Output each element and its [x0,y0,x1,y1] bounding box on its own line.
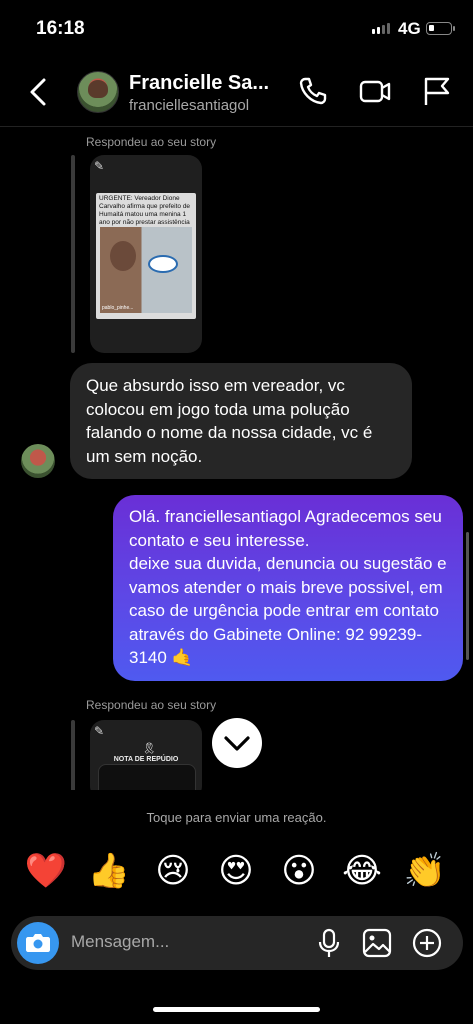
ribbon-icon: 🎗 [142,743,156,755]
story-thumbnail[interactable]: ✎ URGENTE: Vereador Dione Carvalho afirm… [90,155,202,353]
avatar[interactable] [77,71,119,113]
status-bar: 16:18 4G [0,0,473,58]
reaction-heart-eyes[interactable]: 😍 [211,848,261,894]
sender-avatar[interactable] [21,444,55,478]
camera-icon [26,934,50,952]
story-post-photo [100,227,192,313]
home-indicator[interactable] [153,1007,320,1012]
message-composer: Mensagem... [11,916,463,970]
image-icon [362,928,392,958]
story-post-title: NOTA DE REPÚDIO [113,756,179,763]
reaction-hint: Toque para enviar uma reação. [146,810,327,825]
reaction-bar: ❤️ 👍 😢 😍 😮 😂 👏 [0,848,473,894]
contact-name[interactable]: Francielle Sa... [129,72,269,95]
story-icon: ✎ [94,159,105,173]
incoming-message[interactable]: Que absurdo isso em vereador, vc colocou… [70,363,412,479]
reaction-heart[interactable]: ❤️ [21,848,71,894]
story-reply-caption: Respondeu ao seu story [86,135,217,149]
back-icon [30,78,46,106]
back-button[interactable] [24,74,54,110]
report-button[interactable] [420,74,454,108]
flag-icon [424,77,450,105]
reaction-clap[interactable]: 👏 [400,848,450,894]
outgoing-message-line: deixe sua duvida, denuncia ou sugestão e… [129,554,447,667]
plus-icon [412,928,442,958]
message-input[interactable]: Mensagem... [71,932,169,952]
outgoing-message[interactable]: Olá. franciellesantiagol Agradecemos seu… [113,495,463,681]
reaction-laughing[interactable]: 😂 [337,848,387,894]
story-post-handle: pablo_pinhe... [102,305,134,311]
story-post-preview [98,764,196,790]
camera-button[interactable] [17,922,59,964]
outgoing-message-line: Olá. franciellesantiagol Agradecemos seu… [129,507,442,550]
video-call-button[interactable] [358,74,392,108]
story-reply-bar [71,720,75,790]
story-reply-caption: Respondeu ao seu story [86,698,217,712]
voice-message-button[interactable] [313,927,345,959]
video-icon [359,80,391,103]
story-post-headline: URGENTE: Vereador Dione Carvalho afirma … [99,195,191,226]
reaction-thumbs-up[interactable]: 👍 [84,848,134,894]
more-options-button[interactable] [411,927,443,959]
reaction-sad[interactable]: 😢 [148,848,198,894]
chat-header: Francielle Sa... franciellesantiagol [0,58,473,127]
scroll-to-bottom-button[interactable] [212,718,262,768]
story-icon: ✎ [94,724,105,738]
contact-username[interactable]: franciellesantiagol [129,97,249,114]
chevron-down-icon [224,736,250,751]
scrollbar[interactable] [466,532,469,660]
signal-icon [372,23,390,34]
story-thumbnail[interactable]: ✎ 🎗 NOTA DE REPÚDIO [90,720,202,790]
phone-icon [299,77,327,105]
network-type: 4G [398,19,421,38]
gallery-button[interactable] [361,927,393,959]
mic-icon [318,928,340,957]
story-reply-bar [71,155,75,353]
message-thread[interactable]: Respondeu ao seu story ✎ URGENTE: Veread… [0,127,473,790]
battery-icon [426,22,455,35]
reaction-surprised[interactable]: 😮 [274,848,324,894]
call-button[interactable] [296,74,330,108]
story-post-preview: URGENTE: Vereador Dione Carvalho afirma … [96,193,196,319]
status-time: 16:18 [36,18,85,39]
